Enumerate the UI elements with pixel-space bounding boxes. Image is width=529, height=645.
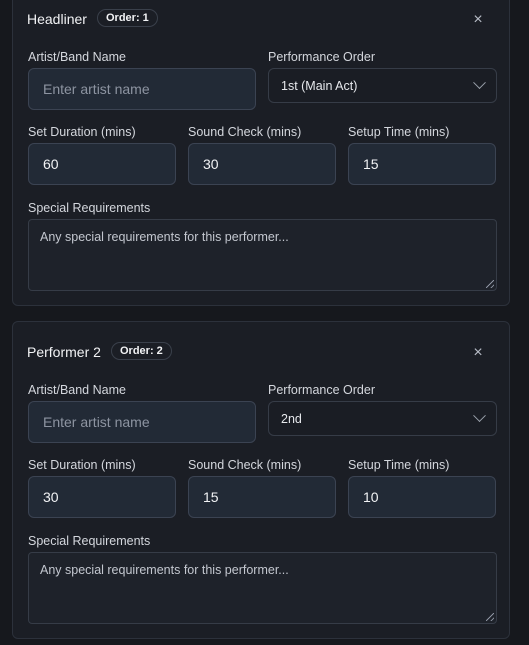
set-duration-input[interactable]: 30 bbox=[28, 476, 176, 518]
performance-order-label: Performance Order bbox=[268, 50, 375, 64]
artist-name-label: Artist/Band Name bbox=[28, 50, 126, 64]
special-requirements-textarea[interactable]: Any special requirements for this perfor… bbox=[28, 552, 497, 624]
chevron-down-icon bbox=[473, 409, 486, 423]
artist-name-input[interactable]: Enter artist name bbox=[28, 401, 256, 443]
order-badge: Order: 2 bbox=[111, 342, 172, 360]
close-icon[interactable]: × bbox=[471, 12, 485, 28]
performer-card-2: Performer 2 Order: 2 × Artist/Band Name … bbox=[12, 321, 510, 639]
performance-order-value: 1st (Main Act) bbox=[281, 78, 358, 93]
artist-name-label: Artist/Band Name bbox=[28, 383, 126, 397]
special-requirements-placeholder: Any special requirements for this perfor… bbox=[40, 563, 289, 577]
performance-order-select[interactable]: 1st (Main Act) bbox=[268, 68, 497, 103]
performer-title: Headliner bbox=[27, 11, 87, 27]
special-requirements-label: Special Requirements bbox=[28, 534, 151, 548]
sound-check-label: Sound Check (mins) bbox=[188, 125, 302, 139]
close-icon[interactable]: × bbox=[471, 345, 485, 361]
sound-check-input[interactable]: 30 bbox=[188, 143, 336, 185]
sound-check-input[interactable]: 15 bbox=[188, 476, 336, 518]
setup-time-label: Setup Time (mins) bbox=[348, 458, 450, 472]
performance-order-label: Performance Order bbox=[268, 383, 375, 397]
performance-order-select[interactable]: 2nd bbox=[268, 401, 497, 436]
set-duration-label: Set Duration (mins) bbox=[28, 125, 136, 139]
sound-check-label: Sound Check (mins) bbox=[188, 458, 302, 472]
performance-order-value: 2nd bbox=[281, 411, 302, 426]
set-duration-label: Set Duration (mins) bbox=[28, 458, 136, 472]
performer-card-1: Headliner Order: 1 × Artist/Band Name En… bbox=[12, 0, 510, 306]
order-badge: Order: 1 bbox=[97, 9, 158, 27]
special-requirements-placeholder: Any special requirements for this perfor… bbox=[40, 230, 289, 244]
set-duration-input[interactable]: 60 bbox=[28, 143, 176, 185]
chevron-down-icon bbox=[473, 76, 486, 90]
special-requirements-label: Special Requirements bbox=[28, 201, 151, 215]
resize-handle-icon[interactable] bbox=[486, 613, 494, 621]
setup-time-input[interactable]: 10 bbox=[348, 476, 496, 518]
special-requirements-textarea[interactable]: Any special requirements for this perfor… bbox=[28, 219, 497, 291]
resize-handle-icon[interactable] bbox=[486, 280, 494, 288]
performer-title: Performer 2 bbox=[27, 344, 101, 360]
setup-time-label: Setup Time (mins) bbox=[348, 125, 450, 139]
artist-name-input[interactable]: Enter artist name bbox=[28, 68, 256, 110]
setup-time-input[interactable]: 15 bbox=[348, 143, 496, 185]
